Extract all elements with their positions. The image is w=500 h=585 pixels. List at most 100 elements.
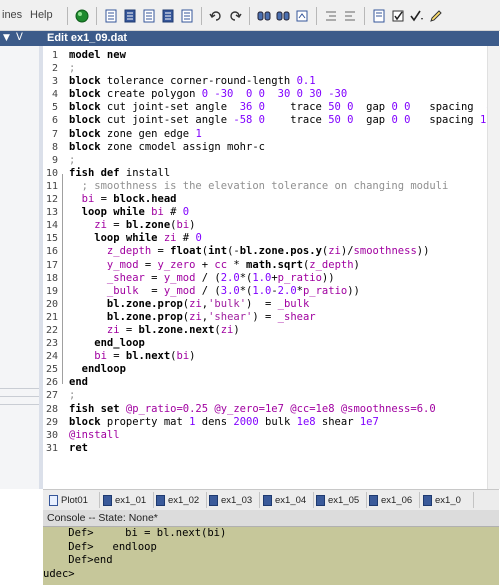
code-line[interactable]: 17 y_mod = y_zero + cc * math.sqrt(z_dep… [43,259,487,272]
code-line[interactable]: 3 block tolerance corner-round-length 0.1 [43,75,487,88]
tab-ex1_01[interactable]: ex1_01 [103,493,146,507]
code-token: float [170,245,202,258]
redo-icon[interactable] [227,8,243,24]
code-token: cut joint-set angle [100,114,234,127]
document-icon[interactable] [103,8,119,24]
console-panel: Console -- State: None* Def> bi = bl.nex… [43,510,499,585]
code-token: block [69,140,101,153]
code-token: gap [353,114,392,127]
line-number: 15 [45,233,58,245]
toolbar-separator [364,7,365,25]
code-line[interactable]: 14 zi = bl.zone(bi) [43,219,487,232]
edit-icon[interactable] [428,8,444,24]
tab-separator [99,492,100,508]
code-token: zi [69,219,107,232]
replace-icon[interactable] [294,8,310,24]
line-number: 30 [45,429,58,441]
find-icon[interactable] [256,8,272,24]
tab-separator [419,492,420,508]
code-editor[interactable]: 1 model new 2; 3 block tolerance corner-roun… [43,46,487,489]
code-token: trace [264,101,329,114]
menu-item-lines[interactable]: ines [2,9,22,21]
code-token: z_depth [69,245,152,258]
code-area[interactable]: 1 model new 2; 3 block tolerance corner-roun… [43,49,487,455]
chevron-down-icon[interactable]: ▼ [3,33,10,43]
document-icon[interactable] [179,8,195,24]
tab-plot01[interactable]: Plot01 [49,493,88,507]
checkbox-icon[interactable] [390,8,406,24]
document-icon[interactable] [122,8,138,24]
code-line[interactable]: 6 block cut joint-set angle -58 0 trace 5… [43,114,487,127]
code-line[interactable]: 16 z_depth = float(int(-bl.zone.pos.y(zi… [43,245,487,258]
code-line[interactable]: 19 _bulk = y_mod / (3.0*(1.0-2.0*p_ratio… [43,285,487,298]
code-token: endloop [69,363,126,376]
code-line[interactable]: 25 endloop [43,363,487,376]
toolbar-separator [67,7,68,25]
code-text: end_loop [69,337,145,350]
code-line[interactable]: 12 bi = block.head [43,193,487,206]
code-line[interactable]: 22 zi = bl.zone.next(zi) [43,324,487,337]
toolbar [64,5,444,27]
tab-ex1_06[interactable]: ex1_06 [369,493,412,507]
undo-icon[interactable] [208,8,224,24]
tab-ex1_04[interactable]: ex1_04 [263,493,306,507]
code-line[interactable]: 1 model new [43,49,487,62]
line-number: 20 [45,298,58,310]
code-text: ; [69,62,75,75]
pin-icon[interactable]: ᐯ [16,32,23,43]
code-line[interactable]: 11 ; smoothness is the elevation toleran… [43,180,487,193]
code-token: @install [69,428,120,441]
find-icon[interactable] [275,8,291,24]
code-line[interactable]: 10 fish def install [43,167,487,180]
code-text: ; [69,154,75,167]
console-output[interactable]: Def> bi = bl.next(bi) Def> endloop Def>e… [43,527,499,581]
document-icon[interactable] [141,8,157,24]
code-token: create polygon [100,88,202,101]
code-line[interactable]: 26 end [43,376,487,389]
code-line[interactable]: 9; [43,154,487,167]
code-line[interactable]: 27; [43,389,487,402]
indent-icon[interactable] [323,8,339,24]
code-line[interactable]: 5 block cut joint-set angle 36 0 trace 50… [43,101,487,114]
tab-ex1_05[interactable]: ex1_05 [316,493,359,507]
document-icon [209,494,218,506]
code-token: = [151,245,171,258]
code-token: bl.zone.prop [69,310,183,323]
code-token: 1e7 [359,415,379,428]
code-line[interactable]: 31 ret [43,442,487,455]
outdent-icon[interactable] [342,8,358,24]
line-number: 22 [45,324,58,336]
code-line[interactable]: 29 block property mat 1 dens 2000 bulk 1e… [43,416,487,429]
tab-ex1_0[interactable]: ex1_0 [423,493,461,507]
checkmark-icon[interactable] [409,8,425,24]
code-line[interactable]: 8 block zone cmodel assign mohr-c [43,141,487,154]
code-line[interactable]: 20 bl.zone.prop(zi,'bulk') = _bulk [43,298,487,311]
code-line[interactable]: 24 bi = bl.next(bi) [43,350,487,363]
code-token: ret [69,441,88,454]
left-dock-header: ▼ ᐯ [0,31,43,46]
code-token: y_mod [163,271,196,284]
editor-title: Edit ex1_09.dat [47,32,128,44]
code-line[interactable]: 2; [43,62,487,75]
code-line[interactable]: 18 _shear = y_mod / (2.0*(1.0+p_ratio)) [43,272,487,285]
code-token: _shear [69,271,145,284]
code-token: p_ratio [277,271,322,284]
properties-icon[interactable] [371,8,387,24]
tab-ex1_03[interactable]: ex1_03 [209,493,252,507]
run-icon[interactable] [74,8,90,24]
document-icon[interactable] [160,8,176,24]
tab-ex1_02[interactable]: ex1_02 [156,493,199,507]
vertical-scrollbar[interactable] [487,46,500,489]
code-token: 'bulk' [208,297,247,310]
code-token: y_mod [163,284,196,297]
code-line[interactable]: 7 block zone gen edge 1 [43,128,487,141]
code-line[interactable]: 13 loop while bi # 0 [43,206,487,219]
menu-item-help[interactable]: Help [30,9,53,21]
code-line[interactable]: 4 block create polygon 0 -30 0 0 30 0 30 … [43,88,487,101]
code-line[interactable]: 30 @install [43,429,487,442]
code-line[interactable]: 28 fish set @p_ratio=0.25 @y_zero=1e7 @cc… [43,403,487,416]
code-token: fish set [69,402,120,415]
code-line[interactable]: 15 loop while zi # 0 [43,232,487,245]
code-line[interactable]: 23 end_loop [43,337,487,350]
code-line[interactable]: 21 bl.zone.prop(zi,'shear') = _shear [43,311,487,324]
